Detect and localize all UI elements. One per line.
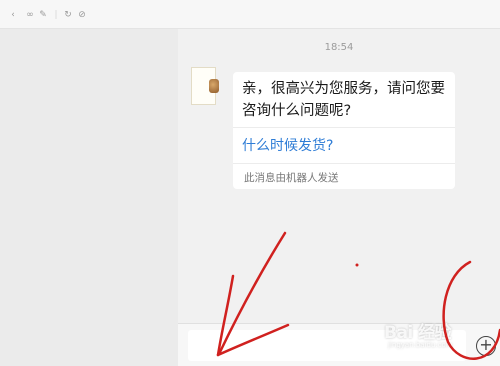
message-timestamp: 18:54 xyxy=(324,42,354,53)
link-icon[interactable]: ∞ xyxy=(25,10,35,20)
suggested-question-link[interactable]: 什么时候发货? xyxy=(242,135,333,155)
window-toolbar: ‹ ∞ ✎ | ↻ ⊘ xyxy=(0,0,500,29)
pen-icon[interactable]: ✎ xyxy=(38,10,48,20)
greeting-text: 亲，很高兴为您服务，请问您要咨询什么问题呢? xyxy=(242,81,445,119)
plus-icon[interactable]: + xyxy=(476,336,496,356)
avatar-image xyxy=(209,79,219,93)
watermark-url: jingyan.baidu.com xyxy=(388,341,453,349)
watermark: Bai 经验 jingyan.baidu.com xyxy=(384,318,453,349)
divider xyxy=(233,127,455,128)
robot-note: 此消息由机器人发送 xyxy=(244,172,339,184)
back-icon[interactable]: ‹ xyxy=(8,10,18,20)
watermark-logo: Bai 经验 xyxy=(384,323,452,343)
message-bubble: 亲，很高兴为您服务，请问您要咨询什么问题呢? 什么时候发货? 此消息由机器人发送 xyxy=(233,72,455,189)
avatar[interactable] xyxy=(191,67,219,105)
settings-icon[interactable]: ⊘ xyxy=(77,10,87,20)
left-panel xyxy=(0,29,178,365)
divider: | xyxy=(54,10,58,20)
refresh-icon[interactable]: ↻ xyxy=(63,10,73,20)
divider xyxy=(233,163,455,164)
